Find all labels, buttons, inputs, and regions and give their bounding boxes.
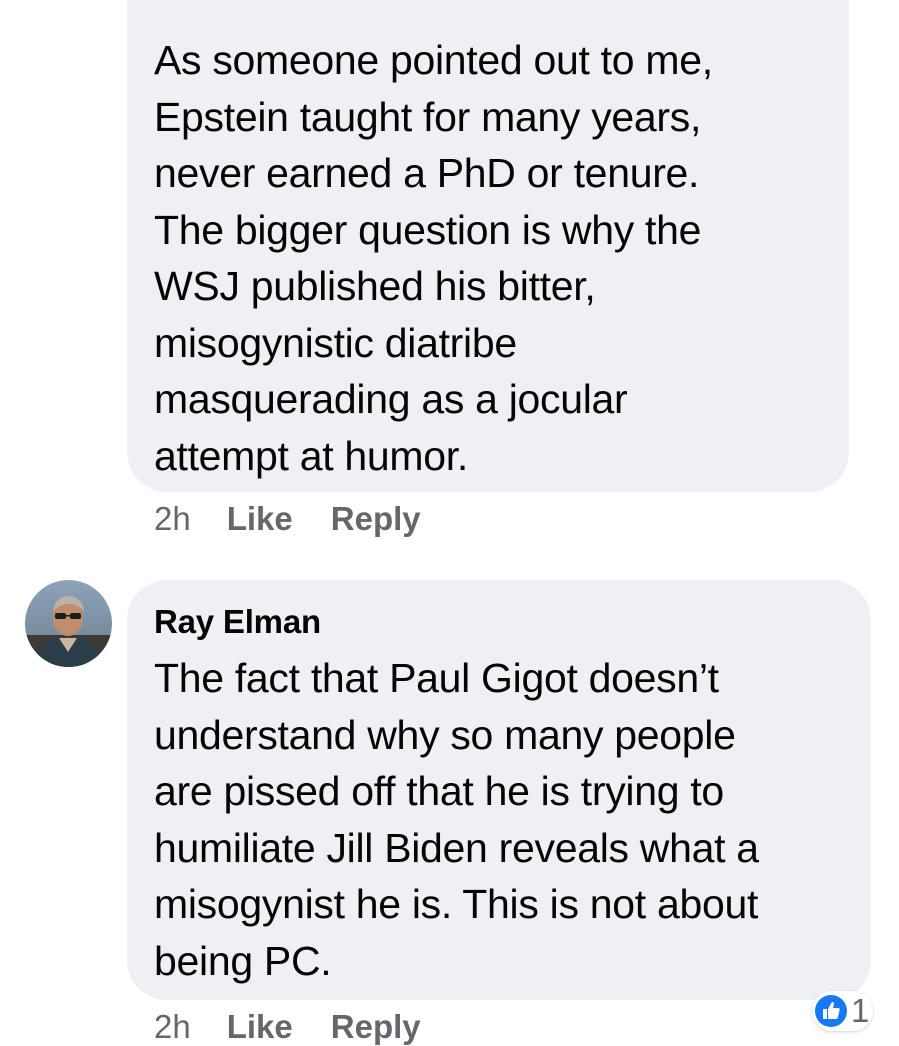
comment-text-1: As someone pointed out to me, Epstein ta… — [154, 37, 713, 479]
comment-author-2[interactable]: Ray Elman — [154, 602, 841, 642]
comment-timestamp-2: 2h — [154, 1008, 191, 1045]
comment-text-2: The fact that Paul Gigot doesn’t underst… — [154, 655, 759, 984]
avatar-ray-elman[interactable] — [25, 580, 112, 667]
reply-button-2[interactable]: Reply — [331, 1008, 421, 1046]
comment-bubble-1: As someone pointed out to me, Epstein ta… — [127, 0, 849, 492]
reaction-count: 1 — [851, 992, 870, 1029]
like-button-1[interactable]: Like — [227, 500, 293, 538]
comment-actions-2: 2h Like Reply — [154, 1008, 459, 1046]
avatar-image — [25, 580, 112, 667]
reaction-summary[interactable]: 1 — [812, 991, 874, 1031]
like-button-2[interactable]: Like — [227, 1008, 293, 1046]
comment-timestamp-1: 2h — [154, 500, 191, 537]
comment-actions-1: 2h Like Reply — [154, 500, 459, 538]
comment-bubble-2: Ray Elman The fact that Paul Gigot doesn… — [127, 580, 871, 1000]
reply-button-1[interactable]: Reply — [331, 500, 421, 538]
